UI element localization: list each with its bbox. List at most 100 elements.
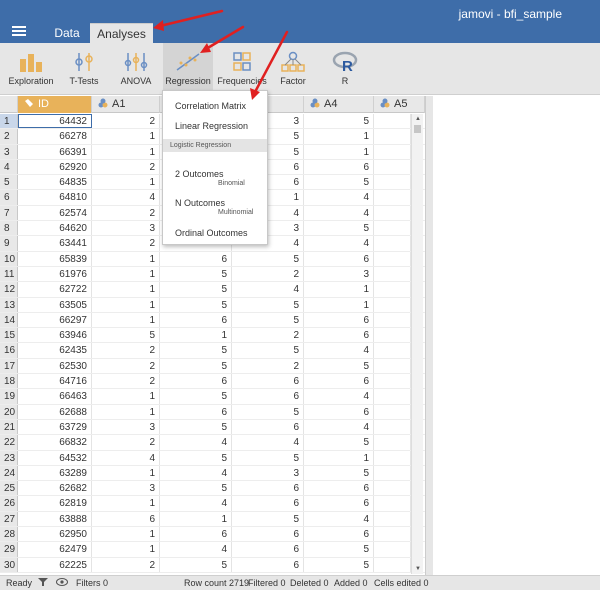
grid-cell-a1[interactable]: 3	[92, 419, 160, 435]
row-number[interactable]: 15	[0, 328, 18, 343]
tab-data[interactable]: Data	[46, 23, 88, 43]
grid-cell-a5[interactable]	[374, 175, 411, 190]
grid-cell-a2[interactable]: 6	[160, 527, 232, 542]
grid-cell-a1[interactable]: 2	[92, 343, 160, 358]
grid-cell-a2[interactable]: 4	[160, 435, 232, 450]
row-number[interactable]: 17	[0, 358, 18, 374]
grid-cell-id[interactable]: 66832	[18, 435, 92, 450]
grid-cell-a3[interactable]: 4	[232, 435, 304, 450]
grid-cell-a4[interactable]: 5	[304, 358, 374, 374]
grid-cell-a3[interactable]: 3	[232, 465, 304, 481]
row-number[interactable]: 16	[0, 343, 18, 358]
grid-cell-a5[interactable]	[374, 343, 411, 358]
grid-cell-a5[interactable]	[374, 205, 411, 221]
table-row[interactable]: 14 66297 1 6 5 6	[0, 312, 425, 329]
grid-cell-a1[interactable]: 6	[92, 511, 160, 527]
grid-cell-id[interactable]: 63729	[18, 419, 92, 435]
factor-button[interactable]: Factor	[270, 43, 316, 95]
grid-cell-a2[interactable]: 5	[160, 297, 232, 312]
grid-cell-a2[interactable]: 6	[160, 404, 232, 419]
grid-cell-a4[interactable]: 5	[304, 175, 374, 190]
grid-cell-a3[interactable]: 6	[232, 557, 304, 572]
table-row[interactable]: 11 61976 1 5 2 3	[0, 266, 425, 283]
menu-item-n-outcomes[interactable]: N Outcomes	[175, 198, 225, 208]
grid-cell-id[interactable]: 65839	[18, 251, 92, 266]
row-number[interactable]: 23	[0, 450, 18, 465]
grid-cell-a4[interactable]: 6	[304, 404, 374, 419]
grid-cell-a3[interactable]: 5	[232, 404, 304, 419]
grid-cell-a2[interactable]: 4	[160, 465, 232, 481]
grid-cell-a2[interactable]: 4	[160, 496, 232, 511]
grid-cell-a5[interactable]	[374, 450, 411, 465]
row-number[interactable]: 7	[0, 205, 18, 221]
grid-cell-a3[interactable]: 6	[232, 374, 304, 389]
grid-cell-a1[interactable]: 1	[92, 389, 160, 404]
row-number[interactable]: 8	[0, 221, 18, 236]
exploration-button[interactable]: Exploration	[4, 43, 58, 95]
row-number[interactable]: 1	[0, 114, 18, 129]
eye-icon[interactable]	[56, 577, 68, 590]
row-number[interactable]: 28	[0, 527, 18, 542]
grid-cell-a1[interactable]: 1	[92, 496, 160, 511]
table-row[interactable]: 15 63946 5 1 2 6	[0, 328, 425, 344]
grid-cell-a2[interactable]: 1	[160, 511, 232, 527]
table-row[interactable]: 28 62950 1 6 6 6	[0, 527, 425, 543]
grid-cell-a4[interactable]: 5	[304, 542, 374, 557]
table-row[interactable]: 12 62722 1 5 4 1	[0, 282, 425, 298]
grid-cell-a1[interactable]: 1	[92, 404, 160, 419]
grid-cell-a3[interactable]: 6	[232, 527, 304, 542]
grid-cell-a5[interactable]	[374, 496, 411, 511]
grid-cell-a5[interactable]	[374, 404, 411, 419]
grid-cell-a5[interactable]	[374, 465, 411, 481]
grid-cell-id[interactable]: 64432	[18, 114, 92, 129]
grid-cell-a4[interactable]: 4	[304, 511, 374, 527]
grid-cell-a5[interactable]	[374, 481, 411, 496]
grid-cell-id[interactable]: 64620	[18, 221, 92, 236]
column-header-id[interactable]: ID	[18, 96, 92, 113]
grid-cell-a4[interactable]: 5	[304, 557, 374, 572]
grid-cell-a5[interactable]	[374, 419, 411, 435]
menu-item-linear-regression[interactable]: Linear Regression	[175, 121, 248, 131]
row-number[interactable]: 10	[0, 251, 18, 266]
grid-cell-a3[interactable]: 5	[232, 312, 304, 328]
row-number[interactable]: 3	[0, 144, 18, 159]
anova-button[interactable]: ANOVA	[112, 43, 160, 95]
grid-cell-id[interactable]: 66463	[18, 389, 92, 404]
table-row[interactable]: 23 64532 4 5 5 1	[0, 450, 425, 466]
grid-cell-a4[interactable]: 5	[304, 465, 374, 481]
grid-cell-a4[interactable]: 1	[304, 129, 374, 144]
grid-cell-id[interactable]: 64716	[18, 374, 92, 389]
grid-cell-a5[interactable]	[374, 557, 411, 572]
grid-cell-a2[interactable]: 5	[160, 389, 232, 404]
grid-cell-a4[interactable]: 1	[304, 450, 374, 465]
grid-cell-a3[interactable]: 5	[232, 251, 304, 266]
grid-cell-a4[interactable]: 6	[304, 251, 374, 266]
grid-cell-a5[interactable]	[374, 435, 411, 450]
grid-cell-a1[interactable]: 4	[92, 450, 160, 465]
grid-cell-a1[interactable]: 1	[92, 465, 160, 481]
grid-cell-a5[interactable]	[374, 251, 411, 266]
vertical-scrollbar[interactable]: ▲ ▼	[411, 114, 423, 574]
grid-cell-a1[interactable]: 1	[92, 129, 160, 144]
row-number[interactable]: 29	[0, 542, 18, 557]
grid-cell-a1[interactable]: 2	[92, 114, 160, 129]
tab-analyses[interactable]: Analyses	[90, 23, 153, 43]
grid-cell-a4[interactable]: 4	[304, 419, 374, 435]
grid-cell-id[interactable]: 63888	[18, 511, 92, 527]
row-number[interactable]: 19	[0, 389, 18, 404]
grid-cell-a4[interactable]: 4	[304, 190, 374, 205]
row-number[interactable]: 27	[0, 511, 18, 527]
grid-cell-id[interactable]: 64810	[18, 190, 92, 205]
grid-cell-a2[interactable]: 6	[160, 251, 232, 266]
row-number[interactable]: 2	[0, 129, 18, 144]
row-number[interactable]: 25	[0, 481, 18, 496]
grid-cell-id[interactable]: 66278	[18, 129, 92, 144]
grid-cell-id[interactable]: 62819	[18, 496, 92, 511]
row-number[interactable]: 22	[0, 435, 18, 450]
grid-cell-id[interactable]: 62722	[18, 282, 92, 297]
grid-cell-a5[interactable]	[374, 374, 411, 389]
grid-cell-id[interactable]: 62479	[18, 542, 92, 557]
grid-cell-a5[interactable]	[374, 144, 411, 159]
row-number[interactable]: 21	[0, 419, 18, 435]
row-number[interactable]: 11	[0, 266, 18, 282]
